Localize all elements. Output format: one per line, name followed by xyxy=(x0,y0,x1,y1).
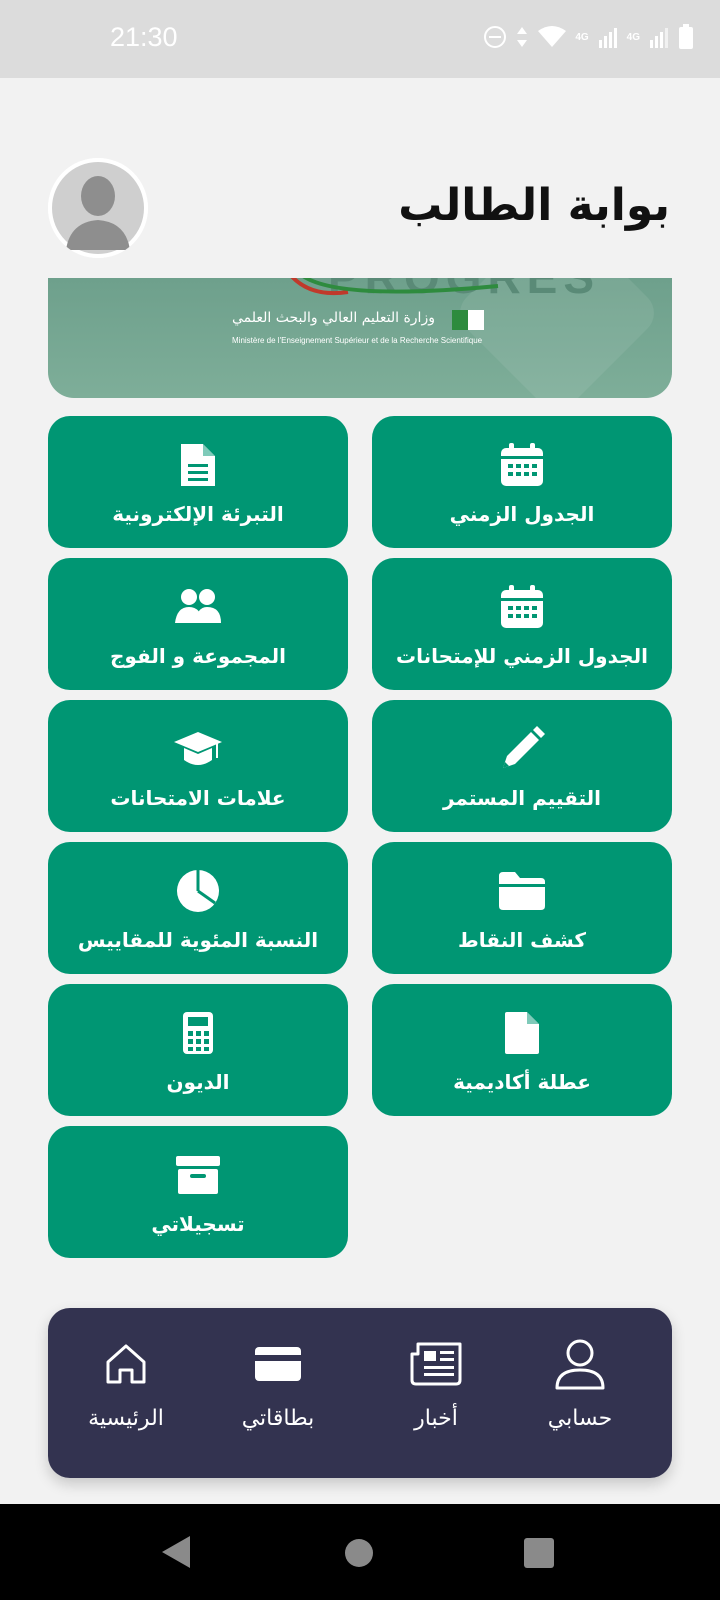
user-icon xyxy=(555,1339,605,1390)
recents-icon[interactable] xyxy=(524,1538,554,1568)
nav-news[interactable]: أخبار xyxy=(366,1334,506,1431)
signal-icon xyxy=(650,28,668,48)
algeria-flag-icon xyxy=(452,310,484,330)
back-icon[interactable] xyxy=(160,1534,192,1570)
tile-label: التبرئة الإلكترونية xyxy=(112,502,284,526)
tile-label: الديون xyxy=(166,1070,230,1094)
tile-label: تسجيلاتي xyxy=(151,1212,245,1236)
status-time: 21:30 xyxy=(110,22,178,52)
newspaper-icon xyxy=(410,1342,462,1386)
progres-banner: PROGRES وزارة التعليم العالي والبحث العل… xyxy=(48,278,672,398)
tile-label: التقييم المستمر xyxy=(442,786,602,810)
tile-transcript[interactable]: كشف النقاط xyxy=(372,842,672,974)
pencil-icon xyxy=(503,726,545,768)
network-type-2: 4G xyxy=(626,31,640,43)
tile-label: المجموعة و الفوج xyxy=(110,644,286,668)
folder-icon xyxy=(499,872,545,910)
pie-chart-icon xyxy=(177,870,219,912)
page-title: بوابة الطالب xyxy=(398,180,670,231)
status-bar: 21:30 4G 4G xyxy=(0,0,720,78)
home-button-icon[interactable] xyxy=(344,1538,374,1568)
tile-e-clearance[interactable]: التبرئة الإلكترونية xyxy=(48,416,348,548)
tile-label: عطلة أكاديمية xyxy=(453,1070,591,1094)
ministry-arabic: وزارة التعليم العالي والبحث العلمي xyxy=(232,310,435,326)
tile-label: كشف النقاط xyxy=(458,928,586,952)
inbox-icon xyxy=(176,1156,220,1194)
network-type-1: 4G xyxy=(575,31,589,43)
graduation-cap-icon xyxy=(174,732,222,765)
nav-label: بطاقاتي xyxy=(241,1406,315,1431)
card-icon xyxy=(255,1347,301,1381)
data-transfer-icon xyxy=(517,27,528,47)
nav-label: حسابي xyxy=(547,1406,613,1431)
nav-home[interactable]: الرئيسية xyxy=(56,1334,196,1431)
system-navigation-bar xyxy=(0,1504,720,1600)
calculator-icon xyxy=(183,1012,213,1054)
tile-my-registrations[interactable]: تسجيلاتي xyxy=(48,1126,348,1258)
tile-label: علامات الامتحانات xyxy=(110,786,286,810)
calendar-icon xyxy=(501,585,543,628)
battery-icon xyxy=(679,24,693,49)
nav-my-cards[interactable]: بطاقاتي xyxy=(208,1334,348,1431)
nav-label: الرئيسية xyxy=(88,1406,164,1431)
tile-exam-grades[interactable]: علامات الامتحانات xyxy=(48,700,348,832)
progres-swoosh-icon xyxy=(290,278,499,296)
avatar[interactable] xyxy=(48,158,148,258)
status-icons: 4G 4G xyxy=(483,24,694,50)
tile-label: الجدول الزمني للإمتحانات xyxy=(396,644,648,668)
tile-group-section[interactable]: المجموعة و الفوج xyxy=(48,558,348,690)
wifi-icon xyxy=(538,26,567,47)
tile-label: الجدول الزمني xyxy=(449,502,595,526)
tile-label: النسبة المئوية للمقاييس xyxy=(77,928,319,952)
calendar-icon xyxy=(501,443,543,486)
tile-continuous-assessment[interactable]: التقييم المستمر xyxy=(372,700,672,832)
tile-debts[interactable]: الديون xyxy=(48,984,348,1116)
tile-exam-timetable[interactable]: الجدول الزمني للإمتحانات xyxy=(372,558,672,690)
home-icon xyxy=(106,1344,146,1384)
do-not-disturb-icon xyxy=(484,26,507,48)
nav-my-account[interactable]: حسابي xyxy=(510,1334,650,1431)
tile-module-percentage[interactable]: النسبة المئوية للمقاييس xyxy=(48,842,348,974)
ministry-french: Ministère de l'Enseignement Supérieur et… xyxy=(232,336,483,345)
document-icon xyxy=(181,444,215,486)
signal-icon xyxy=(598,28,617,48)
file-icon xyxy=(505,1012,539,1054)
bottom-navigation: حسابي أخبار بطاقاتي الرئيسية xyxy=(48,1308,672,1478)
tile-timetable[interactable]: الجدول الزمني xyxy=(372,416,672,548)
nav-label: أخبار xyxy=(414,1406,458,1431)
tile-academic-leave[interactable]: عطلة أكاديمية xyxy=(372,984,672,1116)
users-icon xyxy=(175,589,221,623)
default-avatar-icon xyxy=(48,158,148,258)
